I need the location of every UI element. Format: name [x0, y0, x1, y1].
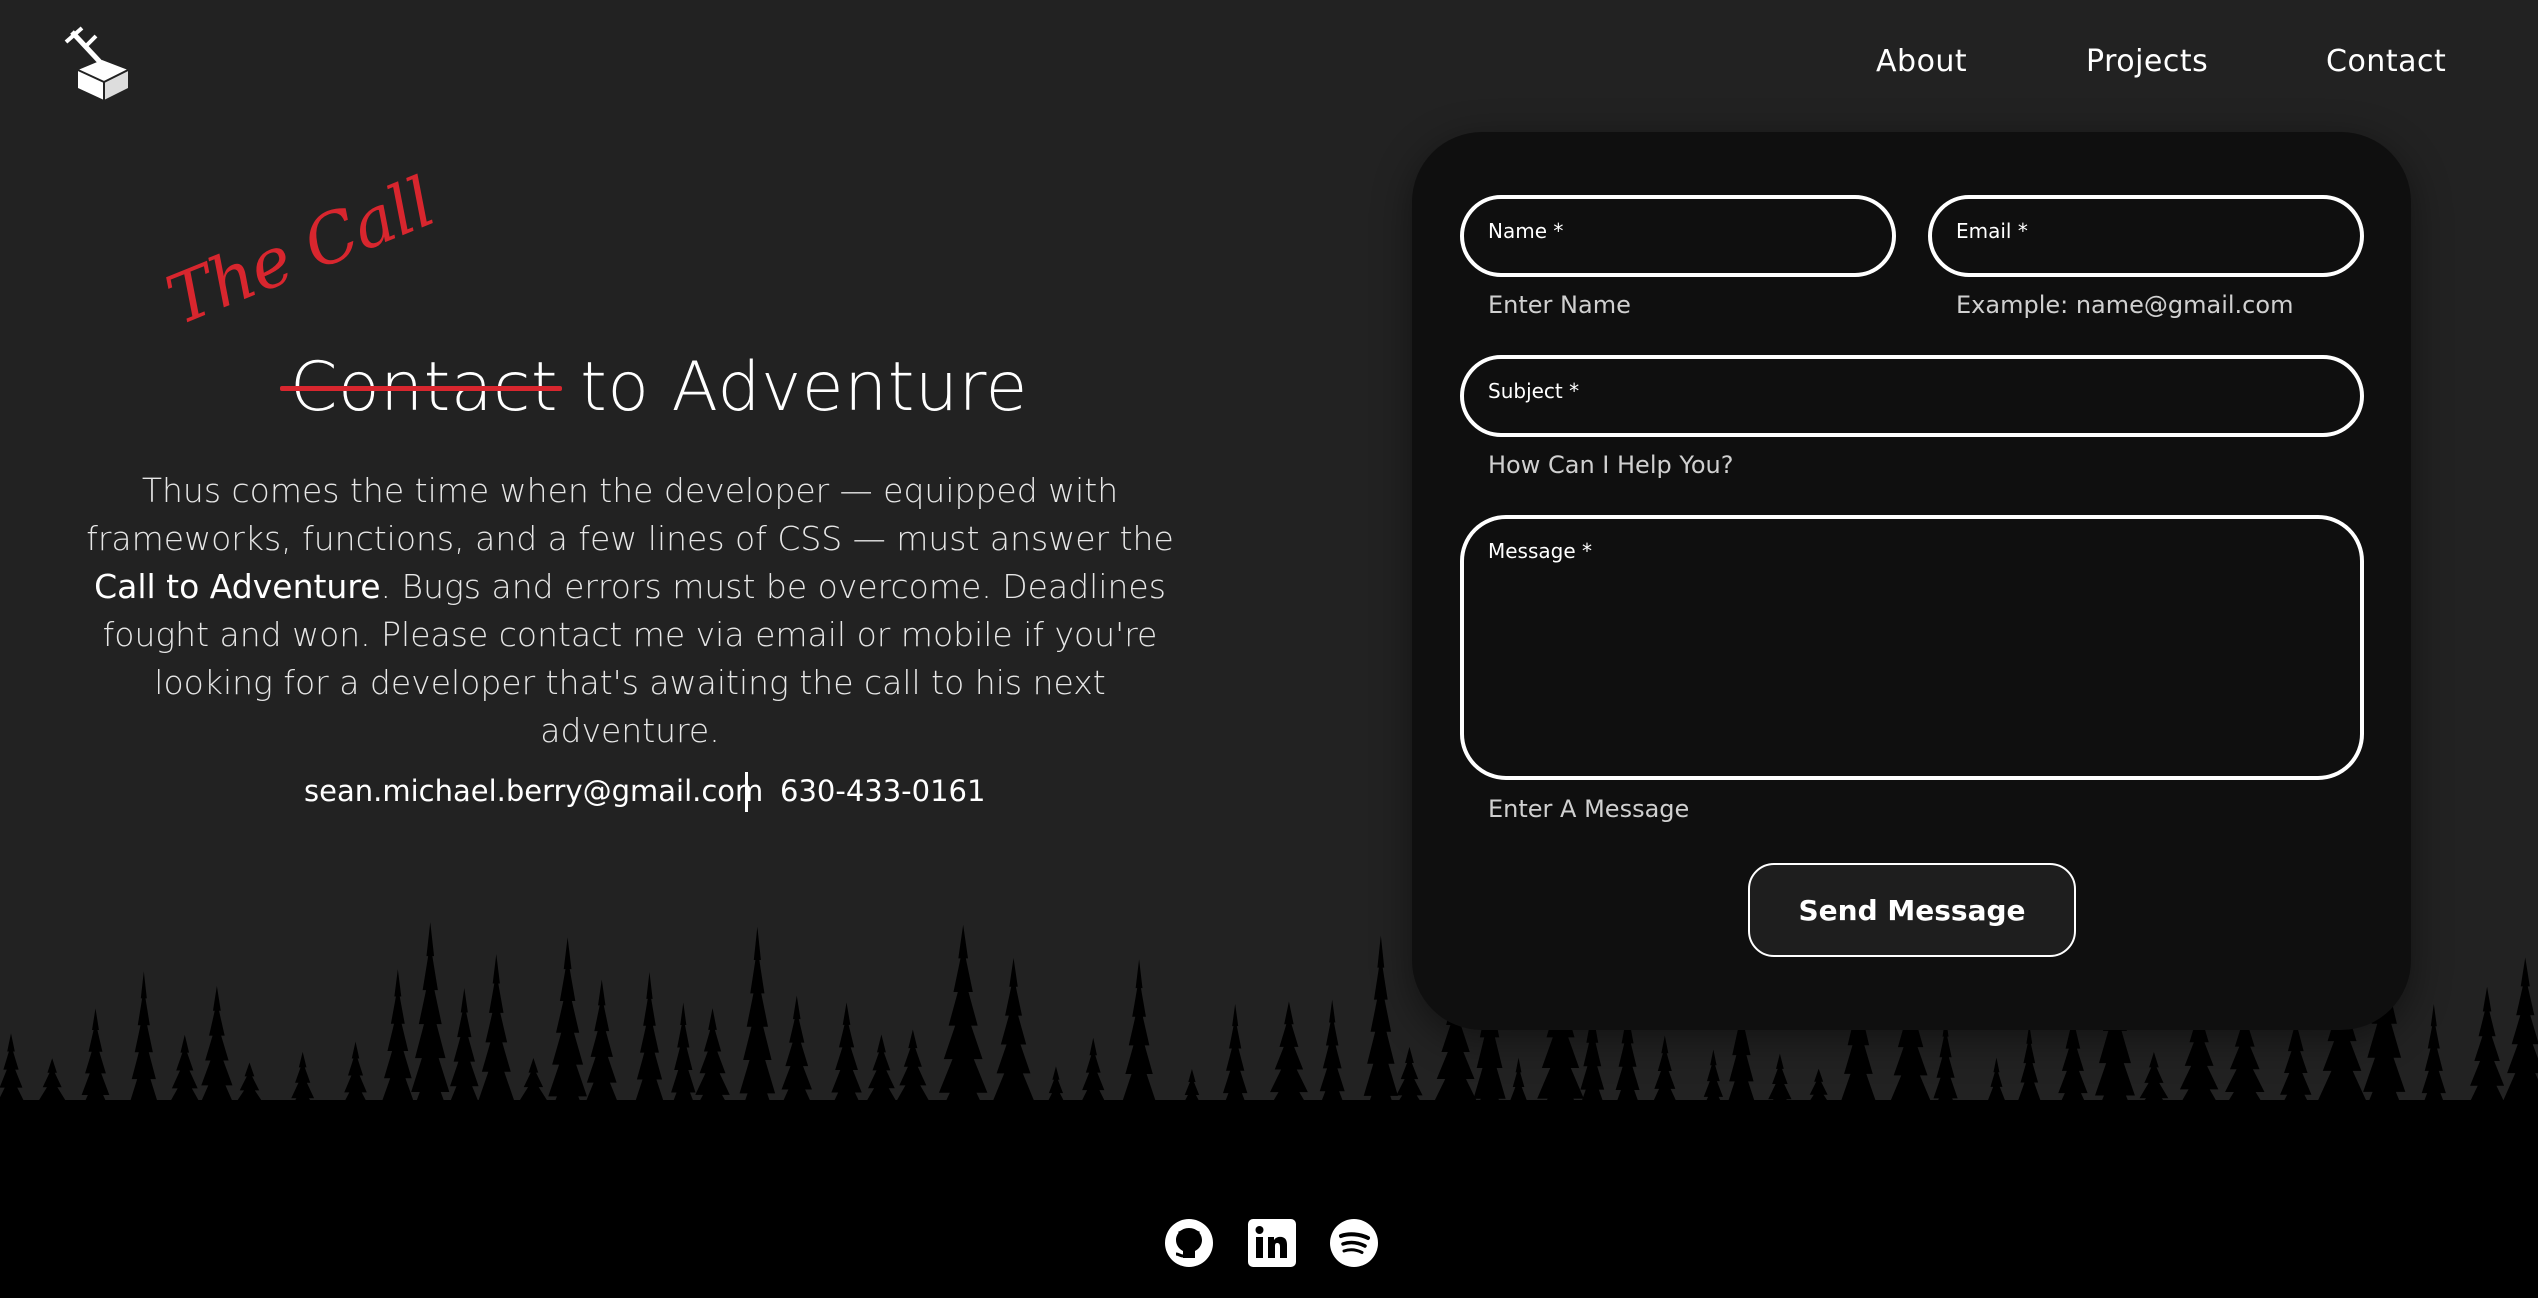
nav-projects-link[interactable]: Projects: [2086, 44, 2208, 79]
tree-silhouette: [439, 987, 490, 1160]
intro-paragraph: Thus comes the time when the developer —…: [80, 467, 1180, 755]
name-label: Name *: [1488, 219, 1564, 243]
tree-silhouette: [1640, 1035, 1690, 1160]
subject-hint: How Can I Help You?: [1488, 451, 1734, 479]
tree-silhouette: [1255, 1001, 1323, 1160]
tree-silhouette: [122, 971, 165, 1160]
subject-label: Subject *: [1488, 379, 1580, 403]
tree-silhouette: [770, 995, 824, 1160]
contact-divider: [745, 772, 748, 812]
message-textarea[interactable]: Message *: [1460, 515, 2364, 780]
nav-contact-link[interactable]: Contact: [2326, 44, 2446, 79]
headline-rest: to Adventure: [558, 348, 1028, 427]
message-label: Message *: [1488, 539, 1593, 563]
send-message-button[interactable]: Send Message: [1748, 863, 2076, 957]
box-and-pickaxe-logo-icon[interactable]: [64, 26, 132, 102]
tree-silhouette: [732, 926, 783, 1160]
name-hint: Enter Name: [1488, 291, 1631, 319]
email-input[interactable]: Email *: [1928, 195, 2364, 277]
email-label: Email *: [1956, 219, 2028, 243]
message-hint: Enter A Message: [1488, 795, 1690, 823]
tree-silhouette: [2493, 957, 2538, 1160]
tree-silhouette: [1115, 959, 1164, 1160]
tree-silhouette: [2008, 1024, 2050, 1160]
tree-silhouette: [2268, 1007, 2324, 1160]
linkedin-icon[interactable]: [1247, 1218, 1297, 1268]
contact-phone-link[interactable]: 630-433-0161: [780, 774, 985, 808]
tree-silhouette: [1067, 1037, 1120, 1160]
intro-bold: Call to Adventure: [94, 567, 381, 606]
tree-silhouette: [373, 969, 423, 1160]
name-input[interactable]: Name *: [1460, 195, 1896, 277]
spotify-icon[interactable]: [1329, 1218, 1379, 1268]
tree-silhouette: [575, 979, 628, 1160]
tree-silhouette: [1213, 1003, 1257, 1160]
nav-about-link[interactable]: About: [1876, 44, 1967, 79]
tree-silhouette: [929, 924, 998, 1160]
script-heading: The Call: [156, 163, 445, 341]
tree-silhouette: [2412, 1003, 2455, 1160]
contact-email-link[interactable]: sean.michael.berry@gmail.com: [304, 774, 763, 808]
tree-silhouette: [983, 957, 1044, 1160]
tree-silhouette: [1310, 999, 1355, 1160]
email-hint: Example: name@gmail.com: [1956, 291, 2294, 319]
page-title: Contact to Adventure: [279, 348, 1028, 427]
subject-input[interactable]: Subject *: [1460, 355, 2364, 437]
tree-silhouette: [627, 972, 672, 1160]
struck-word: Contact: [279, 348, 563, 427]
tree-silhouette: [71, 1008, 120, 1160]
tree-silhouette: [2457, 986, 2517, 1160]
github-icon[interactable]: [1164, 1218, 1214, 1268]
intro-text-1: Thus comes the time when the developer —…: [86, 471, 1174, 558]
tree-silhouette: [1924, 1016, 1967, 1160]
